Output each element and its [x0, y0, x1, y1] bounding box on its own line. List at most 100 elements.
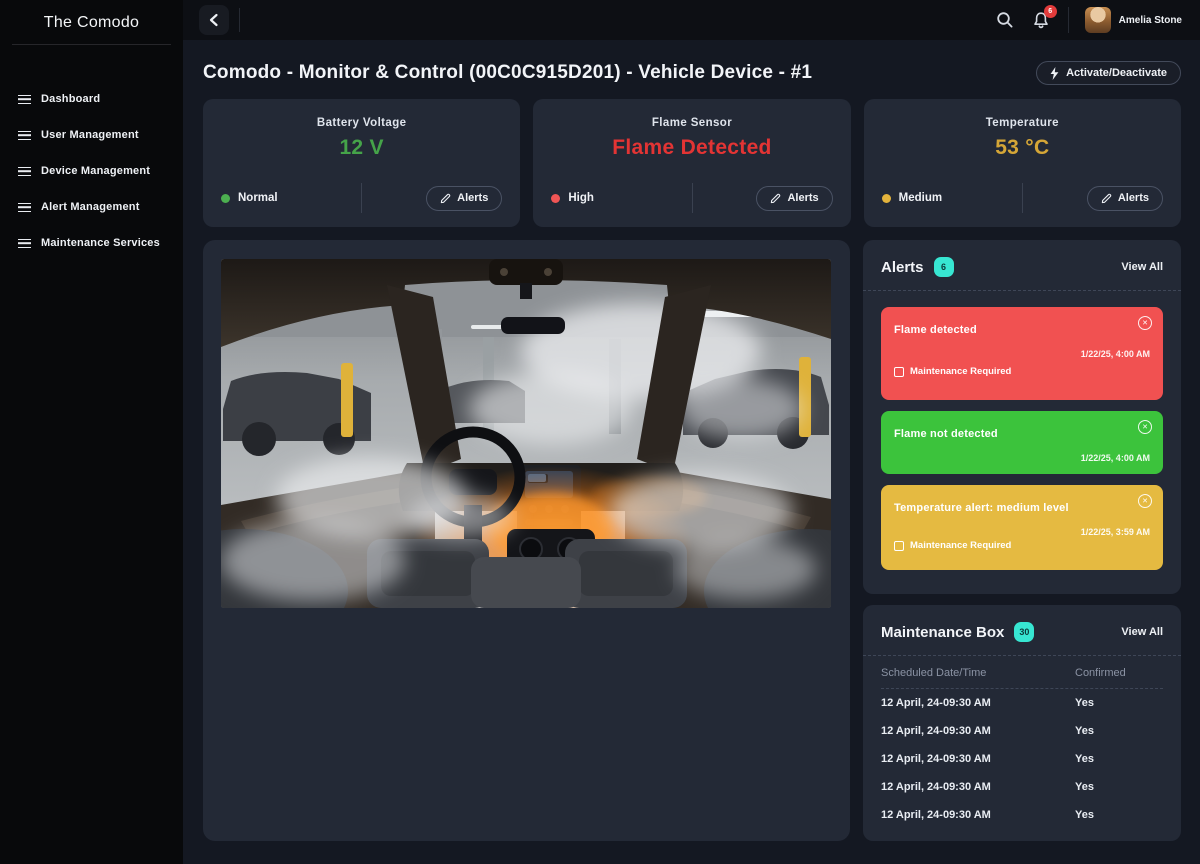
- avatar: [1085, 7, 1111, 33]
- sensor-label: Temperature: [864, 117, 1181, 129]
- page-title: Comodo - Monitor & Control (00C0C915D201…: [203, 62, 812, 84]
- dismiss-alert-icon[interactable]: ✕: [1138, 494, 1152, 508]
- vehicle-interior-image: [221, 259, 831, 608]
- sidebar-item-label: User Management: [41, 129, 139, 141]
- table-row[interactable]: 12 April, 24-09:30 AM Yes: [881, 773, 1163, 801]
- notifications-button[interactable]: 6: [1032, 11, 1050, 30]
- row-confirmed: Yes: [1075, 753, 1163, 765]
- alerts-panel-title: Alerts: [881, 259, 924, 276]
- alerts-button-label: Alerts: [1118, 192, 1149, 204]
- maintenance-table: Scheduled Date/Time Confirmed 12 April, …: [863, 656, 1181, 841]
- alerts-button-label: Alerts: [457, 192, 488, 204]
- pencil-icon: [770, 193, 781, 204]
- lower-grid: Alerts 6 View All ✕ Flame detected 1/22/…: [203, 240, 1181, 841]
- user-menu[interactable]: Amelia Stone: [1068, 7, 1182, 33]
- topbar: 6 Amelia Stone: [183, 0, 1200, 40]
- menu-icon: [18, 131, 31, 140]
- status-group: High: [551, 192, 691, 204]
- sensor-footer: Medium Alerts: [864, 183, 1181, 213]
- sidebar-item-alert-management[interactable]: Alert Management: [0, 189, 183, 225]
- alert-title: Temperature alert: medium level: [894, 496, 1150, 514]
- sidebar-item-dashboard[interactable]: Dashboard: [0, 81, 183, 117]
- row-confirmed: Yes: [1075, 781, 1163, 793]
- sensor-value: Flame Detected: [533, 136, 850, 160]
- sensor-card-battery-voltage: Battery Voltage 12 V Normal: [203, 99, 520, 227]
- app-logo-title: The Comodo: [0, 0, 183, 44]
- sensor-label: Battery Voltage: [203, 117, 520, 129]
- table-row[interactable]: 12 April, 24-09:30 AM Yes: [881, 801, 1163, 829]
- dismiss-alert-icon[interactable]: ✕: [1138, 316, 1152, 330]
- alerts-button-label: Alerts: [787, 192, 818, 204]
- alert-card-flame-detected[interactable]: ✕ Flame detected 1/22/25, 4:00 AM Mainte…: [881, 307, 1163, 400]
- back-button[interactable]: [199, 5, 229, 35]
- pencil-icon: [440, 193, 451, 204]
- user-name: Amelia Stone: [1119, 15, 1182, 26]
- alert-card-flame-not-detected[interactable]: ✕ Flame not detected 1/22/25, 4:00 AM: [881, 411, 1163, 474]
- temperature-alerts-button[interactable]: Alerts: [1087, 186, 1163, 211]
- search-button[interactable]: [996, 11, 1014, 29]
- menu-icon: [18, 167, 31, 176]
- sidebar-item-maintenance-services[interactable]: Maintenance Services: [0, 225, 183, 261]
- activate-deactivate-button[interactable]: Activate/Deactivate: [1036, 61, 1181, 85]
- table-row[interactable]: 12 April, 24-09:30 AM Yes: [881, 689, 1163, 717]
- maintenance-checkbox[interactable]: [894, 367, 904, 377]
- status-group: Medium: [882, 192, 1022, 204]
- maintenance-panel-title: Maintenance Box: [881, 624, 1004, 641]
- maintenance-required-label: Maintenance Required: [910, 366, 1011, 377]
- notification-badge: 6: [1044, 5, 1057, 18]
- alert-card-temperature-medium[interactable]: ✕ Temperature alert: medium level 1/22/2…: [881, 485, 1163, 570]
- maintenance-panel-header: Maintenance Box 30 View All: [863, 605, 1181, 655]
- activate-deactivate-label: Activate/Deactivate: [1066, 67, 1167, 79]
- maintenance-count-badge: 30: [1014, 622, 1034, 642]
- status-dot: [221, 194, 230, 203]
- app-window: The Comodo Dashboard User Management Dev…: [0, 0, 1200, 864]
- status-label: Normal: [238, 192, 278, 204]
- status-group: Normal: [221, 192, 361, 204]
- row-date: 12 April, 24-09:30 AM: [881, 781, 1075, 793]
- sidebar-item-label: Dashboard: [41, 93, 100, 105]
- menu-icon: [18, 95, 31, 104]
- maintenance-view-all-link[interactable]: View All: [1121, 626, 1163, 638]
- maintenance-checkbox[interactable]: [894, 541, 904, 551]
- status-label: Medium: [899, 192, 942, 204]
- maintenance-required-label: Maintenance Required: [910, 540, 1011, 551]
- maintenance-required-row: Maintenance Required: [894, 540, 1150, 551]
- sensor-card-temperature: Temperature 53 °C Medium: [864, 99, 1181, 227]
- sidebar-item-label: Alert Management: [41, 201, 140, 213]
- topbar-divider: [239, 8, 240, 32]
- row-confirmed: Yes: [1075, 697, 1163, 709]
- status-dot: [551, 194, 560, 203]
- alert-timestamp: 1/22/25, 4:00 AM: [894, 453, 1150, 463]
- battery-alerts-button[interactable]: Alerts: [426, 186, 502, 211]
- alerts-view-all-link[interactable]: View All: [1121, 261, 1163, 273]
- row-date: 12 April, 24-09:30 AM: [881, 725, 1075, 737]
- dismiss-alert-icon[interactable]: ✕: [1138, 420, 1152, 434]
- sensor-footer: Normal Alerts: [203, 183, 520, 213]
- maintenance-required-row: Maintenance Required: [894, 366, 1150, 377]
- right-column: Alerts 6 View All ✕ Flame detected 1/22/…: [863, 240, 1181, 841]
- maintenance-box-panel: Maintenance Box 30 View All Scheduled Da…: [863, 605, 1181, 841]
- status-label: High: [568, 192, 594, 204]
- sidebar-divider: [12, 44, 171, 45]
- sensor-label: Flame Sensor: [533, 117, 850, 129]
- sidebar-item-device-management[interactable]: Device Management: [0, 153, 183, 189]
- vehicle-image-card: [203, 240, 850, 841]
- row-date: 12 April, 24-09:30 AM: [881, 753, 1075, 765]
- table-row[interactable]: 12 April, 24-09:30 AM Yes: [881, 717, 1163, 745]
- chevron-left-icon: [208, 13, 220, 27]
- sensor-footer: High Alerts: [533, 183, 850, 213]
- alert-timestamp: 1/22/25, 3:59 AM: [894, 527, 1150, 537]
- maintenance-table-header: Scheduled Date/Time Confirmed: [881, 656, 1163, 689]
- sensor-card-flame-sensor: Flame Sensor Flame Detected High: [533, 99, 850, 227]
- flame-alerts-button[interactable]: Alerts: [756, 186, 832, 211]
- main-area: 6 Amelia Stone Comodo - Monitor & Contro…: [183, 0, 1200, 864]
- sidebar-menu: Dashboard User Management Device Managem…: [0, 81, 183, 261]
- menu-icon: [18, 203, 31, 212]
- table-row[interactable]: 12 April, 24-09:30 AM Yes: [881, 745, 1163, 773]
- alert-title: Flame not detected: [894, 422, 1150, 440]
- alert-timestamp: 1/22/25, 4:00 AM: [894, 349, 1150, 359]
- row-date: 12 April, 24-09:30 AM: [881, 809, 1075, 821]
- row-date: 12 April, 24-09:30 AM: [881, 697, 1075, 709]
- sensor-value: 12 V: [203, 136, 520, 160]
- sidebar-item-user-management[interactable]: User Management: [0, 117, 183, 153]
